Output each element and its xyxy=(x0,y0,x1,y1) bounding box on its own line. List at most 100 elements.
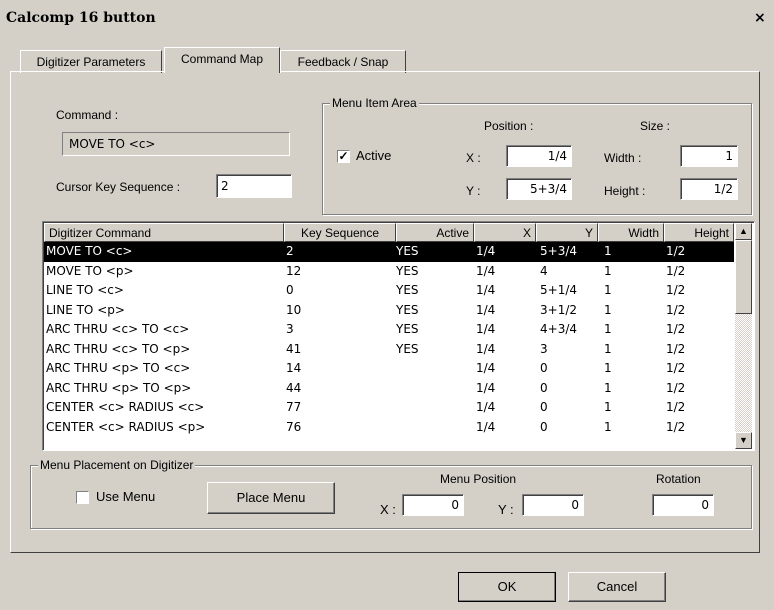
cell-y: 0 xyxy=(540,380,548,395)
width-label: Width : xyxy=(604,151,642,165)
cell-height: 1/2 xyxy=(666,263,686,278)
cell-height: 1/2 xyxy=(666,400,686,414)
scroll-down-icon[interactable]: ▼ xyxy=(735,432,752,449)
table-row[interactable]: CENTER <c> RADIUS <p> 76 1/4 0 1 1/2 xyxy=(44,418,734,438)
cell-key-sequence: 76 xyxy=(286,419,302,434)
table-row[interactable]: ARC THRU <p> TO <p> 44 1/4 0 1 1/2 xyxy=(44,379,734,399)
window-title: Calcomp 16 button xyxy=(6,10,156,26)
header-y[interactable]: Y xyxy=(536,223,598,242)
cell-active: YES xyxy=(396,283,419,297)
cell-width: 1 xyxy=(604,361,612,375)
place-menu-button[interactable]: Place Menu xyxy=(207,482,335,514)
cell-width: 1 xyxy=(604,283,612,297)
close-icon[interactable]: × xyxy=(754,10,766,26)
list-header: Digitizer Command Key Sequence Active X … xyxy=(44,223,753,242)
tab-digitizer-parameters[interactable]: Digitizer Parameters xyxy=(20,50,162,73)
use-menu-label: Use Menu xyxy=(96,489,156,504)
cell-y: 3+1/2 xyxy=(540,302,578,317)
cell-key-sequence: 14 xyxy=(286,361,302,375)
table-row[interactable]: LINE TO <p> 10 YES 1/4 3+1/2 1 1/2 xyxy=(44,301,734,321)
height-input[interactable]: 1/2 xyxy=(680,178,738,200)
cell-y: 0 xyxy=(540,400,548,414)
cell-x: 1/4 xyxy=(476,244,496,258)
command-value: MOVE TO <c> xyxy=(62,132,290,156)
cell-width: 1 xyxy=(604,380,612,395)
use-menu-checkbox[interactable] xyxy=(76,491,89,504)
cell-height: 1/2 xyxy=(666,244,686,258)
rotation-input[interactable]: 0 xyxy=(652,494,714,516)
command-list: Digitizer Command Key Sequence Active X … xyxy=(44,223,753,449)
menu-y-label: Y : xyxy=(498,502,514,517)
cell-width: 1 xyxy=(604,341,612,356)
cell-key-sequence: 77 xyxy=(286,400,302,414)
cell-x: 1/4 xyxy=(476,419,496,434)
cell-command: ARC THRU <c> TO <c> xyxy=(46,322,190,336)
active-checkbox[interactable]: ✓ xyxy=(337,150,350,163)
cell-height: 1/2 xyxy=(666,302,686,317)
cell-active: YES xyxy=(396,302,419,317)
cell-active: YES xyxy=(396,341,419,356)
menu-y-input[interactable]: 0 xyxy=(522,494,584,516)
header-height[interactable]: Height xyxy=(664,223,734,242)
table-row[interactable]: ARC THRU <c> TO <c> 3 YES 1/4 4+3/4 1 1/2 xyxy=(44,320,734,340)
menu-placement-title: Menu Placement on Digitizer xyxy=(38,458,196,472)
scroll-thumb[interactable] xyxy=(735,240,752,314)
cell-y: 3 xyxy=(540,341,548,356)
cursor-key-input[interactable]: 2 xyxy=(216,174,292,198)
cell-command: ARC THRU <c> TO <p> xyxy=(46,341,191,356)
table-row[interactable]: MOVE TO <c> 2 YES 1/4 5+3/4 1 1/2 xyxy=(44,242,734,262)
position-y-input[interactable]: 5+3/4 xyxy=(506,178,572,200)
table-row[interactable]: ARC THRU <c> TO <p> 41 YES 1/4 3 1 1/2 xyxy=(44,340,734,360)
cell-y: 0 xyxy=(540,361,548,375)
table-row[interactable]: CENTER <c> RADIUS <c> 77 1/4 0 1 1/2 xyxy=(44,398,734,418)
header-active[interactable]: Active xyxy=(396,223,474,242)
header-digitizer-command[interactable]: Digitizer Command xyxy=(44,223,284,242)
cell-command: ARC THRU <p> TO <c> xyxy=(46,361,191,375)
cell-command: CENTER <c> RADIUS <c> xyxy=(46,400,205,414)
cell-x: 1/4 xyxy=(476,263,496,278)
cell-active: YES xyxy=(396,322,419,336)
width-input[interactable]: 1 xyxy=(680,145,738,167)
cell-command: MOVE TO <p> xyxy=(46,263,134,278)
scroll-up-icon[interactable]: ▲ xyxy=(735,223,752,240)
header-key-sequence[interactable]: Key Sequence xyxy=(284,223,396,242)
table-row[interactable]: LINE TO <c> 0 YES 1/4 5+1/4 1 1/2 xyxy=(44,281,734,301)
position-x-input[interactable]: 1/4 xyxy=(506,145,572,167)
cell-key-sequence: 2 xyxy=(286,244,294,258)
cell-x: 1/4 xyxy=(476,322,496,336)
cell-command: ARC THRU <p> TO <p> xyxy=(46,380,192,395)
cell-command: MOVE TO <c> xyxy=(46,244,133,258)
tab-command-map[interactable]: Command Map xyxy=(164,47,280,73)
cell-width: 1 xyxy=(604,302,612,317)
cell-x: 1/4 xyxy=(476,380,496,395)
cell-height: 1/2 xyxy=(666,380,686,395)
header-width[interactable]: Width xyxy=(598,223,664,242)
cell-y: 4+3/4 xyxy=(540,322,578,336)
cell-width: 1 xyxy=(604,263,612,278)
size-label: Size : xyxy=(640,119,671,133)
tab-feedback-snap[interactable]: Feedback / Snap xyxy=(280,50,406,73)
cell-key-sequence: 3 xyxy=(286,322,294,336)
header-x[interactable]: X xyxy=(474,223,536,242)
cell-active: YES xyxy=(396,263,419,278)
cell-height: 1/2 xyxy=(666,361,686,375)
table-row[interactable]: MOVE TO <p> 12 YES 1/4 4 1 1/2 xyxy=(44,262,734,282)
cancel-button[interactable]: Cancel xyxy=(568,572,666,602)
height-label: Height : xyxy=(604,184,646,198)
ok-button[interactable]: OK xyxy=(458,572,556,602)
cell-key-sequence: 0 xyxy=(286,283,294,297)
cell-command: LINE TO <c> xyxy=(46,283,124,297)
position-x-label: X : xyxy=(466,151,481,165)
cell-height: 1/2 xyxy=(666,341,686,356)
cell-y: 5+1/4 xyxy=(540,283,578,297)
cell-key-sequence: 44 xyxy=(286,380,302,395)
table-row[interactable]: ARC THRU <p> TO <c> 14 1/4 0 1 1/2 xyxy=(44,359,734,379)
menu-x-input[interactable]: 0 xyxy=(402,494,464,516)
cell-x: 1/4 xyxy=(476,341,496,356)
cell-key-sequence: 12 xyxy=(286,263,302,278)
cell-x: 1/4 xyxy=(476,302,496,317)
cell-height: 1/2 xyxy=(666,283,686,297)
cell-height: 1/2 xyxy=(666,322,686,336)
cell-key-sequence: 10 xyxy=(286,302,302,317)
cell-width: 1 xyxy=(604,244,612,258)
